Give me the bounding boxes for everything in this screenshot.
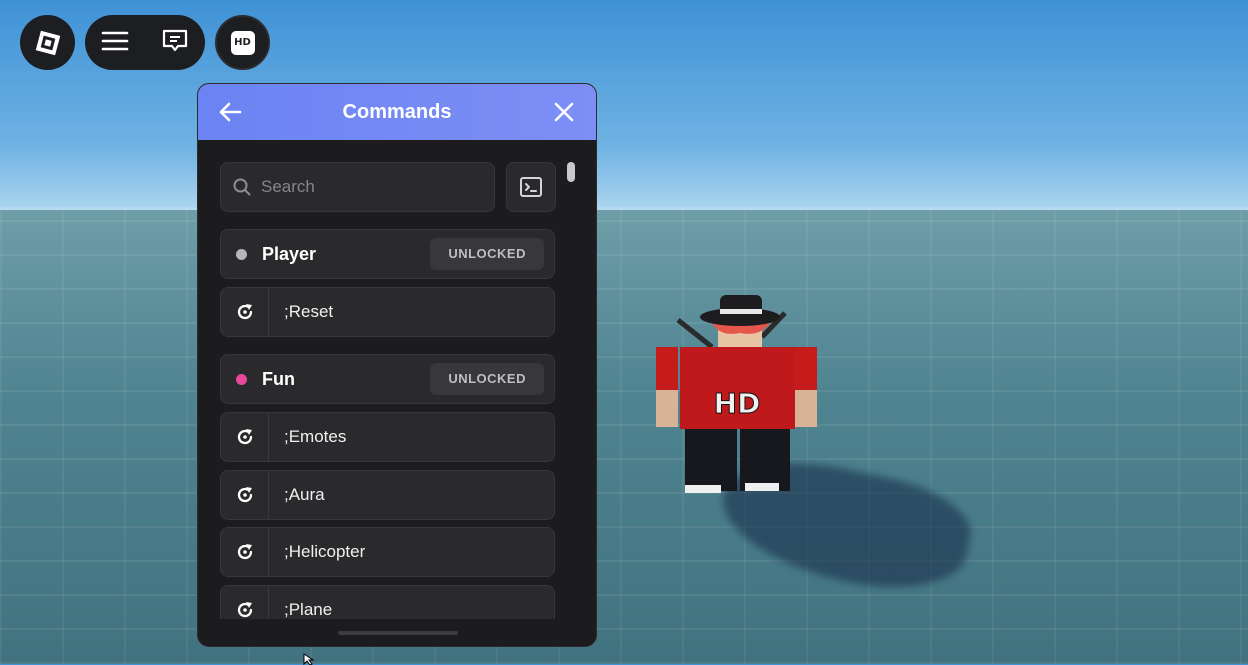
panel-title: Commands bbox=[342, 100, 452, 123]
category-dot bbox=[236, 373, 247, 385]
back-button[interactable] bbox=[216, 98, 244, 126]
console-button[interactable] bbox=[506, 162, 556, 212]
hd-badge: HD bbox=[230, 30, 255, 55]
chat-bubble-icon[interactable] bbox=[161, 28, 189, 58]
search-box[interactable] bbox=[220, 162, 495, 212]
drag-handle[interactable] bbox=[338, 631, 458, 635]
refresh-icon bbox=[221, 528, 269, 576]
close-icon bbox=[554, 102, 574, 122]
command-label: ;Helicopter bbox=[284, 542, 366, 561]
category-header-fun[interactable]: Fun UNLOCKED bbox=[220, 354, 555, 404]
mouse-cursor-icon bbox=[303, 653, 315, 665]
hd-admin-button[interactable]: HD bbox=[215, 15, 270, 70]
category-label: Fun bbox=[262, 368, 295, 389]
scrollbar-thumb[interactable] bbox=[567, 162, 575, 182]
refresh-icon bbox=[221, 288, 269, 336]
command-row-helicopter[interactable]: ;Helicopter bbox=[220, 527, 555, 577]
refresh-icon bbox=[221, 471, 269, 519]
refresh-icon bbox=[221, 413, 269, 461]
command-row-reset[interactable]: ;Reset bbox=[220, 287, 555, 337]
command-label: ;Aura bbox=[284, 485, 325, 504]
close-button[interactable] bbox=[550, 98, 578, 126]
category-dot bbox=[236, 248, 247, 260]
status-badge: UNLOCKED bbox=[430, 238, 544, 270]
top-bar-pill bbox=[85, 15, 205, 70]
roblox-logo-icon bbox=[35, 30, 60, 55]
command-label: ;Plane bbox=[284, 600, 333, 619]
player-avatar[interactable]: HD bbox=[650, 285, 825, 505]
status-badge: UNLOCKED bbox=[430, 363, 544, 395]
hamburger-menu-icon[interactable] bbox=[101, 30, 129, 56]
category-header-player[interactable]: Player UNLOCKED bbox=[220, 229, 555, 279]
svg-text:HD: HD bbox=[714, 387, 761, 420]
search-input[interactable] bbox=[259, 176, 483, 198]
command-row-aura[interactable]: ;Aura bbox=[220, 470, 555, 520]
commands-panel: Commands Player UNLOCKED ;Reset Fun UNLO… bbox=[197, 83, 597, 647]
category-label: Player bbox=[262, 243, 317, 264]
panel-header: Commands bbox=[198, 84, 596, 140]
command-row-emotes[interactable]: ;Emotes bbox=[220, 412, 555, 462]
terminal-icon bbox=[520, 177, 542, 197]
command-label: ;Reset bbox=[284, 302, 334, 321]
command-label: ;Emotes bbox=[284, 427, 347, 446]
game-world-ground bbox=[0, 210, 1248, 664]
arrow-left-icon bbox=[219, 102, 242, 122]
roblox-menu-button[interactable] bbox=[20, 15, 75, 70]
search-icon bbox=[233, 178, 251, 196]
